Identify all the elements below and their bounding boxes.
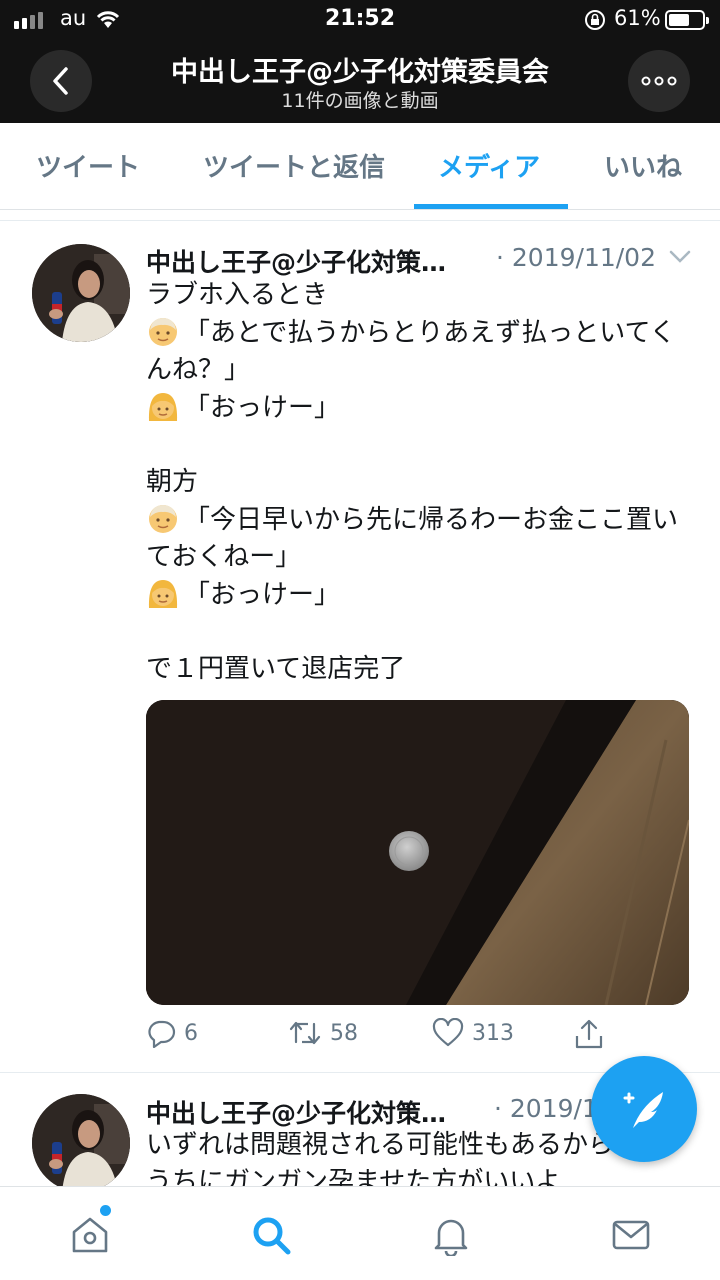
tab-tweets[interactable]: ツイート bbox=[36, 147, 140, 184]
tweet-line-text: 「おっけー」 bbox=[184, 393, 341, 423]
tweet-line: ラブホ入るとき bbox=[146, 280, 329, 310]
home-icon bbox=[72, 1217, 108, 1253]
bottom-nav bbox=[0, 1186, 720, 1280]
reply-count: 6 bbox=[184, 1020, 198, 1046]
tweet-line: 朝方 bbox=[146, 467, 199, 497]
more-options-button[interactable] bbox=[628, 50, 690, 112]
compose-tweet-button[interactable] bbox=[591, 1056, 697, 1162]
tab-media[interactable]: メディア bbox=[438, 147, 540, 184]
top-bar: au 21:52 61% 中出し王子@少子化対策委員会 11件の画像と動画 bbox=[0, 0, 720, 123]
status-bar: au 21:52 61% bbox=[0, 0, 720, 40]
older-man-emoji-icon bbox=[146, 314, 180, 348]
tweet-line: で１円置いて退店完了 bbox=[146, 654, 406, 684]
heart-icon bbox=[432, 1018, 464, 1047]
tweet-line: んね？」 bbox=[146, 355, 251, 385]
avatar[interactable] bbox=[32, 1094, 130, 1192]
tweet-text: ラブホ入るとき 「あとで払うからとりあえず払っといてく んね？」 「おっけー」 … bbox=[146, 277, 691, 688]
active-tab-indicator bbox=[414, 204, 568, 209]
avatar-photo bbox=[32, 244, 130, 342]
avatar[interactable] bbox=[32, 244, 130, 342]
tweet-line-gap bbox=[146, 614, 691, 651]
notification-dot bbox=[100, 1205, 111, 1216]
share-icon bbox=[575, 1019, 603, 1049]
tweet-line: 「あとで払うからとりあえず払っといてく bbox=[146, 314, 691, 352]
retweet-button[interactable]: 58 bbox=[288, 1018, 358, 1048]
avatar-photo bbox=[32, 1094, 130, 1192]
woman-emoji-icon bbox=[146, 576, 180, 610]
tweet-line-text: 「おっけー」 bbox=[184, 580, 341, 610]
tweet-line-gap bbox=[146, 427, 691, 464]
app-screen: au 21:52 61% 中出し王子@少子化対策委員会 11件の画像と動画 ツイ… bbox=[0, 0, 720, 1280]
tweet-actions: 6 58 313 bbox=[146, 1018, 616, 1058]
reply-icon bbox=[148, 1020, 176, 1048]
retweet-count: 58 bbox=[330, 1020, 358, 1046]
chevron-down-icon[interactable] bbox=[668, 246, 692, 266]
compose-feather-icon bbox=[623, 1092, 663, 1128]
rotation-lock-icon bbox=[585, 10, 605, 30]
tweet-line: 「おっけー」 bbox=[146, 389, 691, 427]
tweet-line: ておくねー」 bbox=[146, 542, 302, 572]
tweet-line: 「今日早いから先に帰るわーお金ここ置い bbox=[146, 501, 691, 539]
nav-notifications[interactable] bbox=[429, 1213, 473, 1257]
clock: 21:52 bbox=[324, 6, 396, 31]
bell-icon bbox=[434, 1219, 468, 1256]
tweet-line-text: 「今日早いから先に帰るわーお金ここ置い bbox=[184, 505, 679, 535]
tweet-line: 「おっけー」 bbox=[146, 576, 691, 614]
tab-likes[interactable]: いいね bbox=[604, 147, 682, 184]
profile-subtitle: 11件の画像と動画 bbox=[281, 90, 439, 112]
more-icon bbox=[641, 76, 677, 86]
tab-tweets-and-replies[interactable]: ツイートと返信 bbox=[203, 147, 385, 184]
tweet-line: うちにガンガン孕ませた方がいいよ bbox=[146, 1167, 561, 1186]
coin-on-table-photo bbox=[146, 700, 689, 1005]
tweet-date: · 2019/1 bbox=[494, 1094, 598, 1123]
nav-home[interactable] bbox=[68, 1213, 112, 1257]
older-man-emoji-icon bbox=[146, 501, 180, 535]
nav-search[interactable] bbox=[249, 1213, 293, 1257]
nav-messages[interactable] bbox=[609, 1213, 653, 1257]
search-icon bbox=[253, 1217, 291, 1255]
battery-icon bbox=[665, 10, 709, 30]
retweet-icon bbox=[289, 1021, 321, 1045]
tweet-author-name[interactable]: 中出し王子@少子化対策… bbox=[146, 1094, 446, 1130]
tweet-line-text: 「あとで払うからとりあえず払っといてく bbox=[184, 318, 676, 348]
profile-tabs: ツイート ツイートと返信 メディア いいね bbox=[0, 123, 720, 210]
woman-emoji-icon bbox=[146, 389, 180, 423]
battery-percent: 61% bbox=[614, 6, 661, 30]
tweet-photo[interactable] bbox=[146, 700, 689, 1005]
like-button[interactable]: 313 bbox=[432, 1018, 514, 1048]
like-count: 313 bbox=[472, 1020, 514, 1046]
divider bbox=[0, 220, 720, 221]
share-button[interactable] bbox=[574, 1018, 604, 1050]
profile-title: 中出し王子@少子化対策委員会 bbox=[171, 57, 549, 88]
tweet-author-name[interactable]: 中出し王子@少子化対策… bbox=[146, 243, 446, 279]
mail-icon bbox=[612, 1220, 650, 1250]
tweet-date: · 2019/11/02 bbox=[496, 243, 656, 272]
reply-button[interactable]: 6 bbox=[146, 1018, 198, 1048]
